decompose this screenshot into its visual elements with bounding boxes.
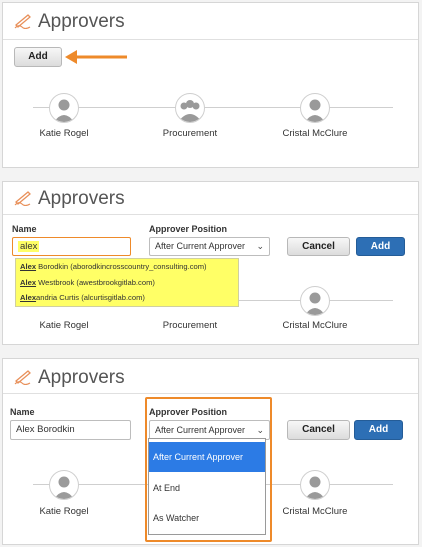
option-at-end[interactable]: At End: [149, 473, 265, 503]
user-avatar-icon: [49, 470, 79, 500]
name-input-value: alex: [18, 241, 40, 252]
cancel-button[interactable]: Cancel: [287, 237, 350, 256]
divider: [3, 214, 418, 215]
add-button[interactable]: Add: [356, 237, 405, 256]
suggestion-item[interactable]: Alex Westbrook (awestbrookgitlab.com): [20, 278, 155, 287]
approver-name: Katie Rogel: [39, 506, 89, 517]
approver-name: Katie Rogel: [39, 320, 89, 331]
suggestion-item[interactable]: Alexandria Curtis (alcurtisgitlab.com): [20, 293, 145, 302]
page-title: Approvers: [38, 367, 125, 388]
approvers-panel-initial: Approvers Add Katie Rogel Procurement Cr…: [2, 2, 419, 168]
add-button[interactable]: Add: [14, 47, 62, 67]
name-field-label: Name: [10, 407, 35, 417]
selected-position: After Current Approver: [155, 241, 246, 251]
divider: [3, 39, 418, 40]
approval-flow-line: [33, 107, 393, 108]
approver-position-label: Approver Position: [149, 224, 228, 234]
signature-pen-icon: [14, 190, 34, 211]
arrow-pointer-icon: [65, 50, 127, 64]
option-as-watcher[interactable]: As Watcher: [149, 503, 265, 533]
approver-position-options: After Current Approver At End As Watcher: [148, 438, 266, 535]
name-field-label: Name: [12, 224, 37, 234]
add-button[interactable]: Add: [354, 420, 403, 440]
name-input[interactable]: Alex Borodkin: [10, 420, 131, 440]
signature-pen-icon: [14, 13, 34, 34]
suggestion-item[interactable]: Alex Borodkin (aborodkincrosscountry_con…: [20, 262, 207, 271]
approver-name: Cristal McClure: [282, 128, 348, 139]
option-after-current-approver[interactable]: After Current Approver: [149, 442, 265, 472]
divider: [3, 393, 418, 394]
approver-name: Procurement: [162, 128, 218, 139]
approver-position-select[interactable]: After Current Approver ⌄: [149, 237, 270, 256]
user-avatar-icon: [300, 286, 330, 316]
approver-name: Cristal McClure: [282, 320, 348, 331]
chevron-down-icon: ⌄: [256, 241, 264, 251]
page-title: Approvers: [38, 11, 125, 32]
user-avatar-icon: [49, 93, 79, 123]
approver-name: Katie Rogel: [39, 128, 89, 139]
user-avatar-icon: [300, 470, 330, 500]
approvers-panel-search: Approvers Name alex Approver Position Af…: [2, 181, 419, 345]
name-input[interactable]: alex: [12, 237, 131, 256]
approver-name: Cristal McClure: [282, 506, 348, 517]
user-avatar-icon: [300, 93, 330, 123]
name-suggestions-dropdown: Alex Borodkin (aborodkincrosscountry_con…: [15, 258, 239, 307]
signature-pen-icon: [14, 369, 34, 390]
page-title: Approvers: [38, 188, 125, 209]
group-avatar-icon: [175, 93, 205, 123]
approver-name: Procurement: [162, 320, 218, 331]
cancel-button[interactable]: Cancel: [287, 420, 350, 440]
